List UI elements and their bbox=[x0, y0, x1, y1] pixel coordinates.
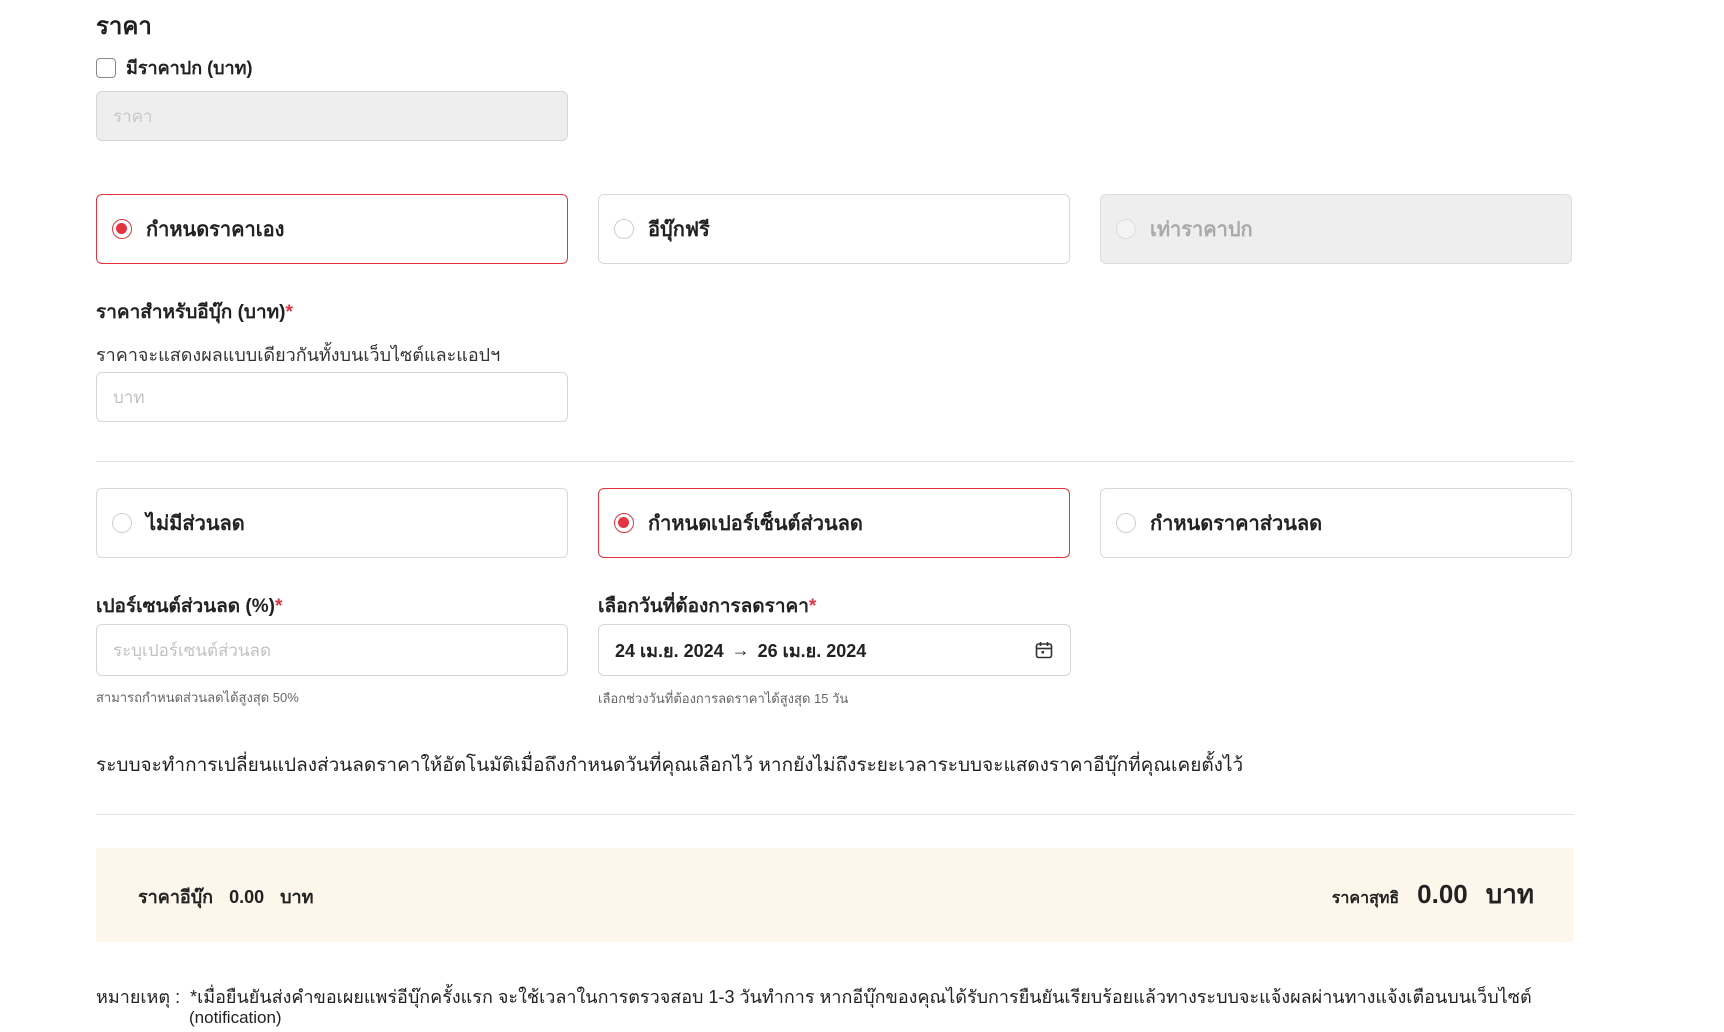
date-range-value: 24 เม.ย. 2024 → 26 เม.ย. 2024 bbox=[615, 636, 866, 665]
option-discount-price-label: กำหนดราคาส่วนลด bbox=[1150, 513, 1323, 535]
option-free-ebook[interactable]: อีบุ๊กฟรี bbox=[598, 194, 1070, 264]
ebook-price-summary-value: 0.00 bbox=[229, 887, 265, 907]
option-discount-price[interactable]: กำหนดราคาส่วนลด bbox=[1100, 488, 1572, 558]
option-discount-percent[interactable]: กำหนดเปอร์เซ็นต์ส่วนลด bbox=[598, 488, 1070, 558]
option-custom-price-label: กำหนดราคาเอง bbox=[146, 219, 285, 241]
discount-dates-label-text: เลือกวันที่ต้องการลดราคา bbox=[598, 596, 809, 617]
date-end: 26 เม.ย. 2024 bbox=[757, 640, 867, 661]
discount-percent-label-text: เปอร์เซนต์ส่วนลด (%) bbox=[96, 596, 275, 617]
net-price-summary: ราคาสุทธิ 0.00 บาท bbox=[1332, 874, 1534, 915]
arrow-right-icon: → bbox=[731, 639, 750, 660]
discount-percent-placeholder: ระบุเปอร์เซนต์ส่วนลด bbox=[113, 640, 272, 660]
ebook-price-summary-label: ราคาอีบุ๊ก bbox=[138, 887, 214, 907]
ebook-price-input[interactable]: บาท bbox=[96, 372, 568, 422]
net-price-label: ราคาสุทธิ bbox=[1331, 890, 1400, 907]
discount-percent-hint: สามารถกำหนดส่วนลดได้สูงสุด 50% bbox=[96, 690, 299, 705]
divider bbox=[96, 461, 1574, 462]
ebook-price-label: ราคาสำหรับอีบุ๊ก (บาท)* bbox=[96, 297, 293, 327]
option-no-discount-label: ไม่มีส่วนลด bbox=[146, 513, 245, 535]
ebook-price-summary: ราคาอีบุ๊ก 0.00 บาท bbox=[138, 882, 314, 911]
divider bbox=[96, 814, 1574, 815]
option-no-discount[interactable]: ไม่มีส่วนลด bbox=[96, 488, 568, 558]
ebook-price-placeholder: บาท bbox=[113, 387, 145, 407]
cover-price-checkbox-label: มีราคาปก (บาท) bbox=[126, 58, 253, 78]
required-mark: * bbox=[285, 302, 293, 323]
ebook-price-description: ราคาจะแสดงผลแบบเดียวกันทั้งบนเว็บไซต์และ… bbox=[96, 345, 501, 365]
option-same-as-cover-label: เท่าราคาปก bbox=[1150, 219, 1253, 241]
option-discount-percent-label: กำหนดเปอร์เซ็นต์ส่วนลด bbox=[648, 513, 863, 535]
date-range-picker[interactable]: 24 เม.ย. 2024 → 26 เม.ย. 2024 bbox=[598, 624, 1071, 676]
cover-price-checkbox-row[interactable]: มีราคาปก (บาท) bbox=[96, 53, 253, 82]
remark-label: หมายเหตุ : bbox=[96, 987, 181, 1007]
discount-dates-label: เลือกวันที่ต้องการลดราคา* bbox=[598, 591, 816, 621]
radio-same-as-cover bbox=[1116, 219, 1136, 239]
price-summary: ราคาอีบุ๊ก 0.00 บาท ราคาสุทธิ 0.00 บาท bbox=[96, 848, 1574, 942]
radio-custom-price[interactable] bbox=[112, 219, 132, 239]
cover-price-placeholder: ราคา bbox=[113, 106, 153, 126]
required-mark: * bbox=[274, 596, 283, 617]
required-mark: * bbox=[808, 596, 817, 617]
radio-discount-price[interactable] bbox=[1116, 513, 1136, 533]
remark: หมายเหตุ : *เมื่อยืนยันส่งคำขอเผยแพร่อีบ… bbox=[96, 982, 1532, 1011]
net-price-value: 0.00 bbox=[1417, 879, 1468, 909]
discount-dates-hint: เลือกช่วงวันที่ต้องการลดราคาได้สูงสุด 15… bbox=[598, 691, 849, 706]
option-free-ebook-label: อีบุ๊กฟรี bbox=[648, 219, 710, 241]
cover-price-checkbox[interactable] bbox=[96, 57, 116, 78]
option-same-as-cover: เท่าราคาปก bbox=[1100, 194, 1572, 264]
ebook-price-summary-unit: บาท bbox=[280, 887, 314, 907]
price-section-title: ราคา bbox=[96, 13, 152, 40]
remark-text-continued: (notification) bbox=[189, 1008, 282, 1027]
discount-percent-input[interactable]: ระบุเปอร์เซนต์ส่วนลด bbox=[96, 624, 568, 676]
net-price-unit: บาท bbox=[1485, 879, 1534, 909]
cover-price-input: ราคา bbox=[96, 91, 568, 141]
discount-percent-label: เปอร์เซนต์ส่วนลด (%)* bbox=[96, 591, 282, 621]
option-custom-price[interactable]: กำหนดราคาเอง bbox=[96, 194, 568, 264]
date-start: 24 เม.ย. 2024 bbox=[615, 640, 724, 661]
radio-free-ebook[interactable] bbox=[614, 219, 634, 239]
calendar-icon[interactable] bbox=[1034, 640, 1054, 660]
ebook-price-label-text: ราคาสำหรับอีบุ๊ก (บาท) bbox=[96, 302, 286, 323]
remark-text: *เมื่อยืนยันส่งคำขอเผยแพร่อีบุ๊กครั้งแรก… bbox=[190, 987, 1532, 1007]
radio-discount-percent[interactable] bbox=[614, 513, 634, 533]
auto-discount-notice: ระบบจะทำการเปลี่ยนแปลงส่วนลดราคาให้อัตโน… bbox=[96, 755, 1244, 776]
radio-no-discount[interactable] bbox=[112, 513, 132, 533]
